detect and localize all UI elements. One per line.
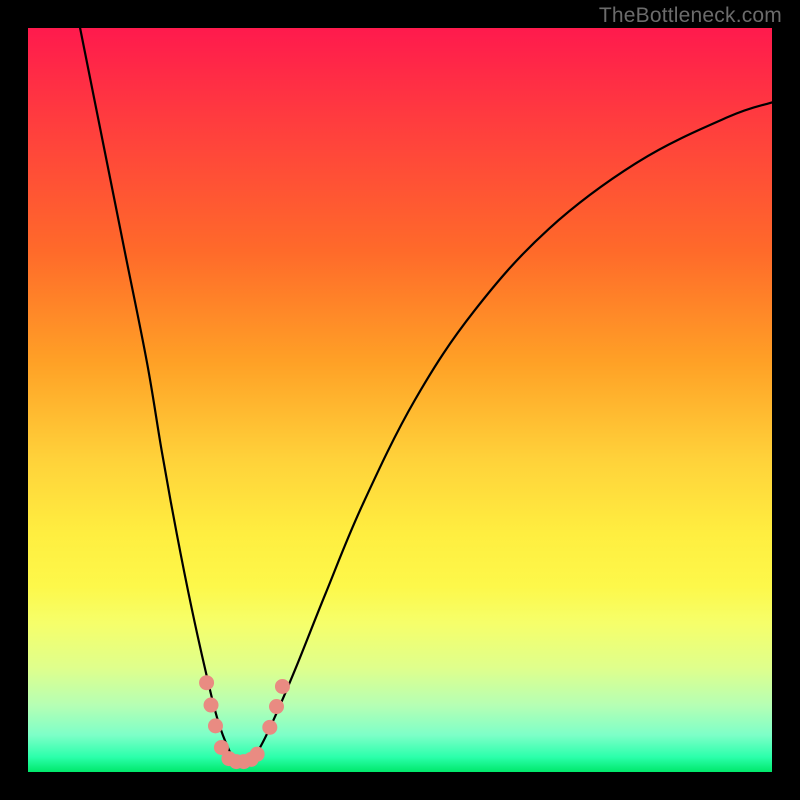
curve-marker bbox=[275, 679, 290, 694]
curve-marker bbox=[199, 675, 214, 690]
curve-marker bbox=[208, 718, 223, 733]
watermark-text: TheBottleneck.com bbox=[599, 4, 782, 28]
chart-svg bbox=[28, 28, 772, 772]
plot-area bbox=[28, 28, 772, 772]
marker-group bbox=[199, 675, 290, 769]
curve-marker bbox=[262, 720, 277, 735]
curve-marker bbox=[204, 698, 219, 713]
curve-marker bbox=[269, 699, 284, 714]
bottleneck-curve bbox=[80, 28, 772, 762]
curve-marker bbox=[250, 747, 265, 762]
chart-frame: TheBottleneck.com bbox=[0, 0, 800, 800]
